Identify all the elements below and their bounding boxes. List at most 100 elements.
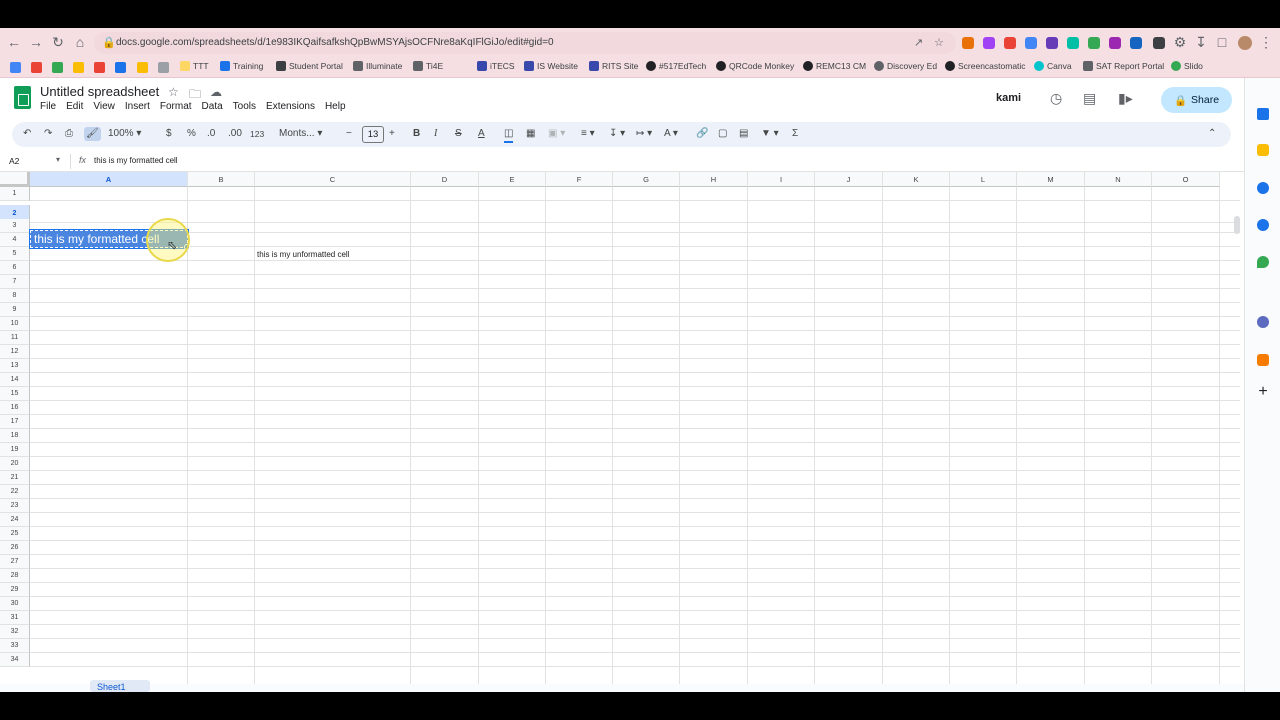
sheet-tab[interactable]: Sheet1 bbox=[90, 680, 150, 692]
row-header-5[interactable]: 5 bbox=[0, 247, 30, 261]
share-button[interactable]: 🔒 Share bbox=[1161, 87, 1232, 113]
functions-icon[interactable]: Σ bbox=[792, 127, 798, 141]
menu-view[interactable]: View bbox=[93, 101, 115, 112]
extension-icon-6[interactable] bbox=[1067, 37, 1079, 49]
bookmark-canva[interactable]: Canva bbox=[1034, 61, 1072, 71]
sheets-logo-icon[interactable] bbox=[14, 86, 31, 109]
redo-icon[interactable]: ↷ bbox=[44, 127, 52, 141]
bookmark-qrcode-monkey[interactable]: QRCode Monkey bbox=[716, 61, 794, 71]
percent-format-button[interactable]: % bbox=[187, 127, 196, 141]
row-header-23[interactable]: 23 bbox=[0, 499, 30, 513]
name-box-dropdown-icon[interactable]: ▾ bbox=[56, 155, 60, 164]
text-color-button[interactable]: A bbox=[478, 127, 485, 141]
row-header-16[interactable]: 16 bbox=[0, 401, 30, 415]
name-box[interactable]: A2 bbox=[9, 156, 19, 166]
column-header-m[interactable]: M bbox=[1017, 172, 1085, 187]
row-header-26[interactable]: 26 bbox=[0, 541, 30, 555]
extension-icon-2[interactable] bbox=[983, 37, 995, 49]
row-header-29[interactable]: 29 bbox=[0, 583, 30, 597]
menu-file[interactable]: File bbox=[40, 101, 56, 112]
row-header-21[interactable]: 21 bbox=[0, 471, 30, 485]
maps-side-icon[interactable] bbox=[1257, 256, 1269, 268]
number-format-button[interactable]: 123 bbox=[250, 127, 264, 141]
row-header-8[interactable]: 8 bbox=[0, 289, 30, 303]
menu-format[interactable]: Format bbox=[160, 101, 192, 112]
menu-data[interactable]: Data bbox=[202, 101, 223, 112]
addon-side-icon-1[interactable] bbox=[1257, 316, 1269, 328]
row-header-28[interactable]: 28 bbox=[0, 569, 30, 583]
bold-button[interactable]: B bbox=[413, 127, 420, 141]
merge-cells-icon[interactable]: ▣ ▾ bbox=[548, 127, 565, 141]
keep-bookmark-icon[interactable] bbox=[73, 62, 84, 73]
row-header-18[interactable]: 18 bbox=[0, 429, 30, 443]
vertical-scrollbar[interactable] bbox=[1234, 216, 1240, 234]
row-header-27[interactable]: 27 bbox=[0, 555, 30, 569]
font-size-input[interactable]: 13 bbox=[362, 126, 384, 143]
strikethrough-button[interactable]: S bbox=[455, 127, 462, 141]
row-header-7[interactable]: 7 bbox=[0, 275, 30, 289]
paint-format-icon[interactable]: 🖌 bbox=[84, 127, 101, 141]
spreadsheet-grid[interactable]: ABCDEFGHIJKLMNO 1 2 3 4 5 6 7 8 9 10 11 12 13 14 15 16 1… bbox=[0, 172, 1244, 692]
column-header-l[interactable]: L bbox=[950, 172, 1017, 187]
row-header-11[interactable]: 11 bbox=[0, 331, 30, 345]
increase-decimal-button[interactable]: .00 bbox=[228, 127, 242, 141]
increase-font-size-icon[interactable]: + bbox=[389, 127, 395, 141]
bookmark-discovery-ed[interactable]: Discovery Ed bbox=[874, 61, 937, 71]
forward-icon[interactable]: → bbox=[28, 34, 44, 50]
column-header-o[interactable]: O bbox=[1152, 172, 1220, 187]
column-header-f[interactable]: F bbox=[546, 172, 613, 187]
bookmark-itecs[interactable]: iTECS bbox=[477, 61, 515, 71]
drive-bookmark-icon[interactable] bbox=[52, 62, 63, 73]
menu-insert[interactable]: Insert bbox=[125, 101, 150, 112]
meet-video-icon[interactable]: ▮▸ bbox=[1118, 90, 1133, 107]
bookmark-remc13[interactable]: REMC13 CM bbox=[803, 61, 866, 71]
column-header-d[interactable]: D bbox=[411, 172, 479, 187]
tasks-side-icon[interactable] bbox=[1257, 182, 1269, 194]
extension-icon-9[interactable] bbox=[1130, 37, 1142, 49]
menu-tools[interactable]: Tools bbox=[233, 101, 256, 112]
column-header-a[interactable]: A bbox=[30, 172, 188, 187]
undo-icon[interactable]: ↶ bbox=[23, 127, 31, 141]
bookmark-student-portal[interactable]: Student Portal bbox=[276, 61, 343, 71]
row-header-6[interactable]: 6 bbox=[0, 261, 30, 275]
text-wrap-icon[interactable]: ↦ ▾ bbox=[636, 127, 652, 141]
decrease-font-size-icon[interactable]: − bbox=[346, 127, 352, 141]
calendar-bookmark-icon[interactable] bbox=[115, 62, 126, 73]
extension-icon-5[interactable] bbox=[1046, 37, 1058, 49]
contacts-side-icon[interactable] bbox=[1257, 219, 1269, 231]
row-header-34[interactable]: 34 bbox=[0, 653, 30, 667]
row-header-10[interactable]: 10 bbox=[0, 317, 30, 331]
bookmark-rits-site[interactable]: RITS Site bbox=[589, 61, 638, 71]
qr-extension-icon[interactable] bbox=[1153, 37, 1165, 49]
apps-bookmark-icon[interactable] bbox=[10, 62, 21, 73]
formula-input[interactable]: this is my formatted cell bbox=[94, 156, 178, 165]
back-icon[interactable]: ← bbox=[6, 34, 22, 50]
sidebar-toggle-icon[interactable]: □ bbox=[1214, 34, 1230, 50]
column-header-j[interactable]: J bbox=[815, 172, 883, 187]
bookmark-icon-8[interactable] bbox=[158, 62, 169, 73]
menu-help[interactable]: Help bbox=[325, 101, 346, 112]
row-header-33[interactable]: 33 bbox=[0, 639, 30, 653]
column-header-b[interactable]: B bbox=[188, 172, 255, 187]
row-header-32[interactable]: 32 bbox=[0, 625, 30, 639]
column-header-e[interactable]: E bbox=[479, 172, 546, 187]
row-header-25[interactable]: 25 bbox=[0, 527, 30, 541]
row-header-30[interactable]: 30 bbox=[0, 597, 30, 611]
row-header-31[interactable]: 31 bbox=[0, 611, 30, 625]
filter-icon[interactable]: ▼ ▾ bbox=[761, 127, 779, 141]
italic-button[interactable]: I bbox=[434, 127, 437, 141]
row-header-12[interactable]: 12 bbox=[0, 345, 30, 359]
bookmark-training[interactable]: Training bbox=[220, 61, 263, 71]
star-icon[interactable]: ☆ bbox=[168, 85, 179, 99]
extension-icon-3[interactable] bbox=[1004, 37, 1016, 49]
row-header-3[interactable]: 3 bbox=[0, 219, 30, 233]
addon-side-icon-2[interactable] bbox=[1257, 354, 1269, 366]
download-icon[interactable]: ↧ bbox=[1193, 34, 1209, 50]
keep-side-icon[interactable] bbox=[1257, 144, 1269, 156]
row-header-19[interactable]: 19 bbox=[0, 443, 30, 457]
row-header-1[interactable]: 1 bbox=[0, 187, 30, 201]
bookmark-screencastomatic[interactable]: Screencastomatic bbox=[945, 61, 1026, 71]
url-bar[interactable]: 🔒 docs.google.com/spreadsheets/d/1e983IK… bbox=[94, 32, 956, 54]
youtube-bookmark-icon[interactable] bbox=[31, 62, 42, 73]
bookmark-illuminate[interactable]: Illuminate bbox=[353, 61, 402, 71]
